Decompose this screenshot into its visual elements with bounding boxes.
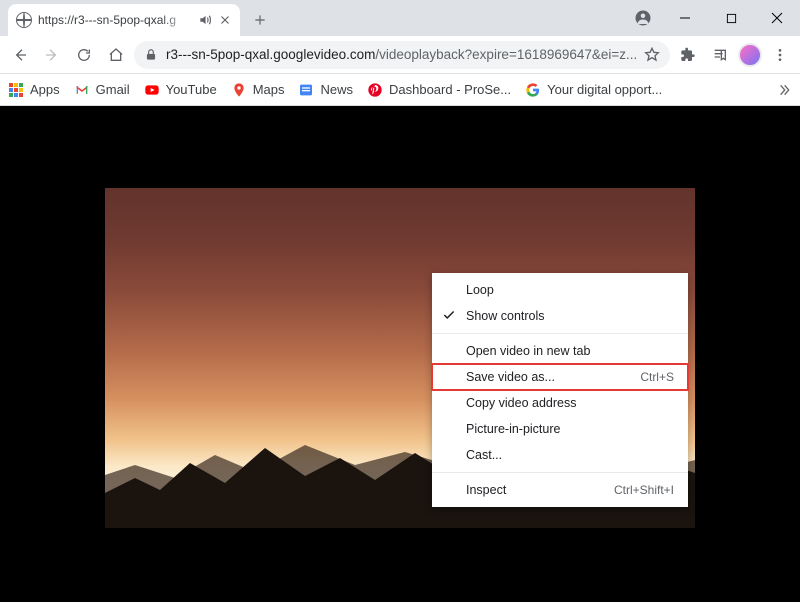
apps-label: Apps <box>30 82 60 97</box>
bookmark-news[interactable]: News <box>298 82 353 98</box>
bookmark-google[interactable]: Your digital opport... <box>525 82 662 98</box>
bookmark-label: News <box>320 82 353 97</box>
gmail-icon <box>74 82 90 98</box>
bookmark-star-icon[interactable] <box>644 47 660 63</box>
maps-icon <box>231 82 247 98</box>
reload-button[interactable] <box>70 41 98 69</box>
bookmark-maps[interactable]: Maps <box>231 82 285 98</box>
bookmark-label: Your digital opport... <box>547 82 662 97</box>
close-tab-icon[interactable] <box>218 13 232 27</box>
bookmarks-bar: Apps Gmail YouTube Maps News Dashboard -… <box>0 74 800 106</box>
ctx-label: Loop <box>466 283 494 297</box>
bookmark-label: YouTube <box>166 82 217 97</box>
ctx-label: Save video as... <box>466 370 555 384</box>
ctx-save-video-as[interactable]: Save video as... Ctrl+S <box>432 364 688 390</box>
check-icon <box>442 308 456 322</box>
address-bar[interactable]: r3---sn-5pop-qxal.googlevideo.com/videop… <box>134 41 670 69</box>
maximize-button[interactable] <box>708 0 754 36</box>
back-button[interactable] <box>6 41 34 69</box>
ctx-label: Show controls <box>466 309 545 323</box>
profile-avatar[interactable] <box>738 43 762 67</box>
apps-icon <box>8 82 24 98</box>
ctx-open-new-tab[interactable]: Open video in new tab <box>432 338 688 364</box>
lock-icon <box>144 48 158 62</box>
guest-icon <box>634 9 652 27</box>
ctx-label: Inspect <box>466 483 506 497</box>
bookmark-gmail[interactable]: Gmail <box>74 82 130 98</box>
ctx-shortcut: Ctrl+Shift+I <box>614 483 674 497</box>
pinterest-icon <box>367 82 383 98</box>
bookmark-label: Maps <box>253 82 285 97</box>
ctx-loop[interactable]: Loop <box>432 277 688 303</box>
bookmark-label: Dashboard - ProSe... <box>389 82 511 97</box>
browser-tab[interactable]: https://r3---sn-5pop-qxal.g <box>8 4 240 36</box>
google-icon <box>525 82 541 98</box>
context-menu: Loop Show controls Open video in new tab… <box>432 273 688 507</box>
bookmarks-overflow[interactable] <box>776 82 792 98</box>
url-text: r3---sn-5pop-qxal.googlevideo.com/videop… <box>166 47 636 62</box>
tab-title: https://r3---sn-5pop-qxal.g <box>38 13 192 27</box>
close-window-button[interactable] <box>754 0 800 36</box>
menu-button[interactable] <box>766 41 794 69</box>
title-bar: https://r3---sn-5pop-qxal.g <box>0 0 800 36</box>
ctx-separator <box>432 472 688 473</box>
ctx-copy-video-address[interactable]: Copy video address <box>432 390 688 416</box>
ctx-label: Cast... <box>466 448 502 462</box>
reading-list-button[interactable] <box>706 41 734 69</box>
ctx-picture-in-picture[interactable]: Picture-in-picture <box>432 416 688 442</box>
ctx-label: Picture-in-picture <box>466 422 560 436</box>
ctx-separator <box>432 333 688 334</box>
ctx-inspect[interactable]: Inspect Ctrl+Shift+I <box>432 477 688 503</box>
youtube-icon <box>144 82 160 98</box>
forward-button <box>38 41 66 69</box>
globe-icon <box>16 12 32 28</box>
bookmark-youtube[interactable]: YouTube <box>144 82 217 98</box>
ctx-label: Open video in new tab <box>466 344 590 358</box>
news-icon <box>298 82 314 98</box>
extensions-button[interactable] <box>674 41 702 69</box>
minimize-button[interactable] <box>662 0 708 36</box>
bookmark-label: Gmail <box>96 82 130 97</box>
ctx-label: Copy video address <box>466 396 576 410</box>
apps-bookmark[interactable]: Apps <box>8 82 60 98</box>
new-tab-button[interactable] <box>246 6 274 34</box>
toolbar: r3---sn-5pop-qxal.googlevideo.com/videop… <box>0 36 800 74</box>
home-button[interactable] <box>102 41 130 69</box>
ctx-show-controls[interactable]: Show controls <box>432 303 688 329</box>
audio-icon[interactable] <box>198 13 212 27</box>
ctx-cast[interactable]: Cast... <box>432 442 688 468</box>
ctx-shortcut: Ctrl+S <box>640 370 674 384</box>
bookmark-pinterest[interactable]: Dashboard - ProSe... <box>367 82 511 98</box>
window-controls <box>634 0 800 36</box>
